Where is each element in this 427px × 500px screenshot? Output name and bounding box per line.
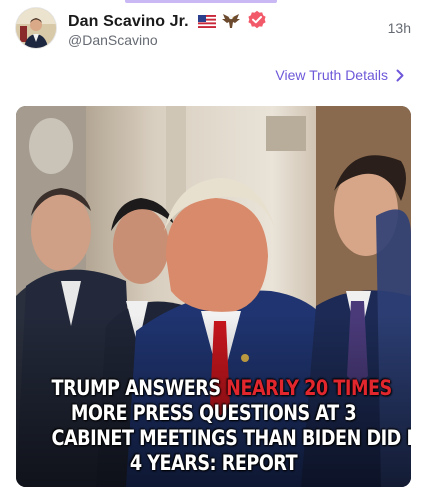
eagle-icon <box>221 14 240 28</box>
post-timestamp: 13h <box>387 20 411 36</box>
verified-badge-icon <box>248 10 266 29</box>
chevron-right-icon <box>396 69 404 81</box>
post-media-image[interactable]: TRUMP ANSWERS NEARLY 20 TIMES MORE PRESS… <box>16 106 411 487</box>
author-handle[interactable]: @DanScavino <box>68 32 158 48</box>
headline-line-1: TRUMP ANSWERS NEARLY 20 TIMES <box>51 376 393 401</box>
headline-line-1-prefix: TRUMP ANSWERS <box>51 376 227 401</box>
post-header: Dan Scavino Jr. @DanScavino 13h <box>16 6 411 48</box>
view-truth-details-label: View Truth Details <box>275 67 388 83</box>
us-flag-icon <box>198 15 217 28</box>
author-name[interactable]: Dan Scavino Jr. <box>68 10 267 31</box>
view-truth-details-link[interactable]: View Truth Details <box>275 67 404 83</box>
headline-line-4: 4 YEARS: REPORT <box>129 451 298 476</box>
avatar[interactable] <box>16 8 56 48</box>
headline-highlight: NEARLY 20 TIMES <box>226 376 392 401</box>
headline-line-3: CABINET MEETINGS THAN BIDEN DID IN <box>51 426 411 451</box>
headline-line-2: MORE PRESS QUESTIONS AT 3 <box>70 401 357 426</box>
media-bottom-edge <box>16 489 411 500</box>
author-name-text: Dan Scavino Jr. <box>68 13 189 30</box>
top-accent-bar <box>125 0 277 3</box>
headline-overlay: TRUMP ANSWERS NEARLY 20 TIMES MORE PRESS… <box>51 376 411 476</box>
